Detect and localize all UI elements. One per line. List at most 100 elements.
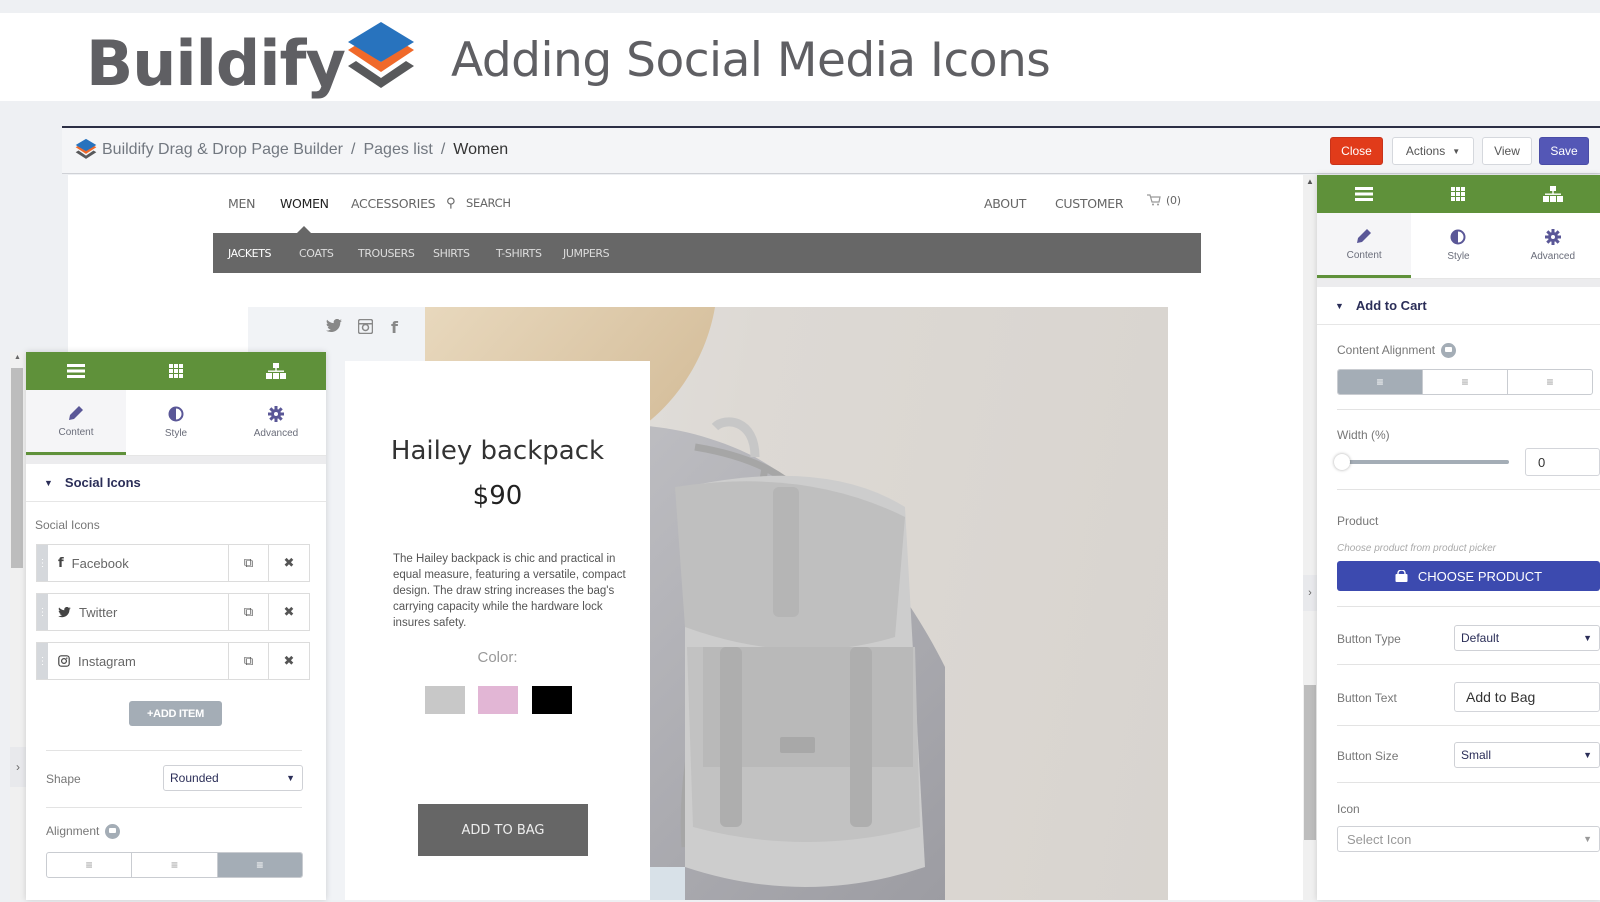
breadcrumb-home[interactable]: Buildify Drag & Drop Page Builder [102,141,343,159]
drag-handle-icon[interactable]: ⋮ [37,594,48,630]
view-button[interactable]: View [1482,137,1532,165]
choose-product-button[interactable]: CHOOSE PRODUCT [1337,561,1600,591]
scroll-thumb[interactable] [11,368,23,568]
navigator-sitemap-icon[interactable] [1506,175,1600,213]
subnav-trousers[interactable]: TROUSERS [358,247,415,260]
caret-down-icon: ▼ [1583,633,1592,643]
align-center-option[interactable]: ≡ [132,853,218,877]
button-text-input[interactable]: Add to Bag [1454,682,1600,712]
widgets-grid-icon[interactable] [126,352,226,390]
search-icon[interactable]: ⚲ [446,196,456,211]
caret-down-icon: ▼ [44,477,53,488]
align-right-option[interactable]: ≡ [217,853,302,877]
instagram-icon [58,655,70,667]
menu-icon[interactable] [26,352,126,390]
button-type-select[interactable]: Default ▼ [1454,625,1600,651]
subnav-jumpers[interactable]: JUMPERS [563,247,610,260]
tab-advanced[interactable]: Advanced [1506,213,1600,278]
breadcrumb-separator: / [351,141,356,158]
drag-handle-icon[interactable]: ⋮ [37,643,48,679]
breadcrumb-pages-list[interactable]: Pages list [363,141,432,159]
section-header-add-to-cart[interactable]: ▼ Add to Cart [1317,287,1600,325]
facebook-icon[interactable]: f [391,318,398,337]
tab-advanced[interactable]: Advanced [226,390,326,455]
save-button[interactable]: Save [1539,137,1589,165]
align-left-option[interactable]: ≡ [1338,370,1423,394]
swatch-grey[interactable] [425,686,465,714]
canvas-scrollbar[interactable]: ▲ › [1303,175,1317,900]
nav-about[interactable]: ABOUT [984,196,1026,211]
align-left-option[interactable]: ≡ [47,853,133,877]
subnav-shirts[interactable]: SHIRTS [433,247,470,260]
info-tooltip-icon[interactable] [105,824,121,840]
close-button[interactable]: Close [1330,137,1383,165]
repeater-item-title[interactable]: Instagram [48,643,229,679]
scroll-up-icon[interactable]: ▲ [14,354,21,361]
collapse-right-panel-handle[interactable]: › [1303,575,1317,611]
section-header-social-icons[interactable]: ▼ Social Icons [26,464,326,502]
remove-icon[interactable]: ✖ [269,643,309,679]
brand-name: Buildify [86,27,346,100]
subnav-jackets[interactable]: JACKETS [228,247,272,260]
widgets-grid-icon[interactable] [1411,175,1505,213]
nav-accessories[interactable]: ACCESSORIES [351,196,436,211]
panel-gap [1317,279,1600,287]
swatch-black[interactable] [532,686,572,714]
repeater-item-title[interactable]: f Facebook [48,545,229,581]
tab-content[interactable]: Content [1317,213,1412,278]
tab-content[interactable]: Content [26,390,126,455]
content-alignment-row: Content Alignment [1337,343,1457,359]
left-panel-scrollbar[interactable]: ▲ › [10,352,26,900]
repeater-item-facebook[interactable]: ⋮ f Facebook ⧉ ✖ [36,544,310,582]
shape-select[interactable]: Rounded ▼ [163,765,303,791]
tab-style-label: Style [1447,251,1470,262]
panel-header [1317,175,1600,213]
view-button-label: View [1494,144,1520,158]
slider-handle[interactable] [1334,454,1350,470]
width-input[interactable]: 0 [1525,448,1600,476]
repeater-item-instagram[interactable]: ⋮ Instagram ⧉ ✖ [36,642,310,680]
twitter-icon [58,606,71,617]
scroll-thumb[interactable] [1304,685,1316,840]
duplicate-icon[interactable]: ⧉ [229,594,269,630]
add-to-bag-button[interactable]: ADD TO BAG [418,804,588,856]
remove-icon[interactable]: ✖ [269,545,309,581]
scroll-up-icon[interactable]: ▲ [1306,177,1314,186]
nav-women[interactable]: WOMEN [280,196,329,211]
cart-icon[interactable] [1147,194,1161,206]
product-label: Product [1337,514,1379,528]
panel-header [26,352,326,390]
add-item-button[interactable]: +ADD ITEM [129,701,222,726]
width-slider[interactable] [1334,454,1509,470]
color-label: Color: [477,649,518,666]
remove-icon[interactable]: ✖ [269,594,309,630]
menu-icon[interactable] [1317,175,1411,213]
product-hint: Choose product from product picker [1337,543,1496,554]
drag-handle-icon[interactable]: ⋮ [37,545,48,581]
collapse-left-panel-handle[interactable]: › [10,747,26,787]
tab-style[interactable]: Style [126,390,226,455]
info-tooltip-icon[interactable] [1441,343,1457,359]
button-size-select[interactable]: Small ▼ [1454,742,1600,768]
navigator-sitemap-icon[interactable] [226,352,326,390]
swatch-pink[interactable] [478,686,518,714]
align-right-option[interactable]: ≡ [1508,370,1592,394]
subnav-tshirts[interactable]: T-SHIRTS [496,247,542,260]
nav-search[interactable]: SEARCH [466,196,511,210]
actions-dropdown[interactable]: Actions ▼ [1392,137,1474,165]
duplicate-icon[interactable]: ⧉ [229,643,269,679]
tab-style[interactable]: Style [1411,213,1505,278]
repeater-item-twitter[interactable]: ⋮ Twitter ⧉ ✖ [36,593,310,631]
subnav-coats[interactable]: COATS [299,247,334,260]
icon-select[interactable]: Select Icon ▼ [1337,826,1600,852]
nav-customer[interactable]: CUSTOMER [1055,196,1124,211]
item-label: Instagram [78,653,136,669]
twitter-icon[interactable] [326,318,342,338]
nav-men[interactable]: MEN [228,196,255,211]
section-title: Add to Cart [1355,298,1427,313]
align-center-option[interactable]: ≡ [1423,370,1508,394]
product-name: Hailey backpack [390,436,605,466]
repeater-item-title[interactable]: Twitter [48,594,229,630]
duplicate-icon[interactable]: ⧉ [229,545,269,581]
instagram-icon[interactable] [357,318,374,339]
